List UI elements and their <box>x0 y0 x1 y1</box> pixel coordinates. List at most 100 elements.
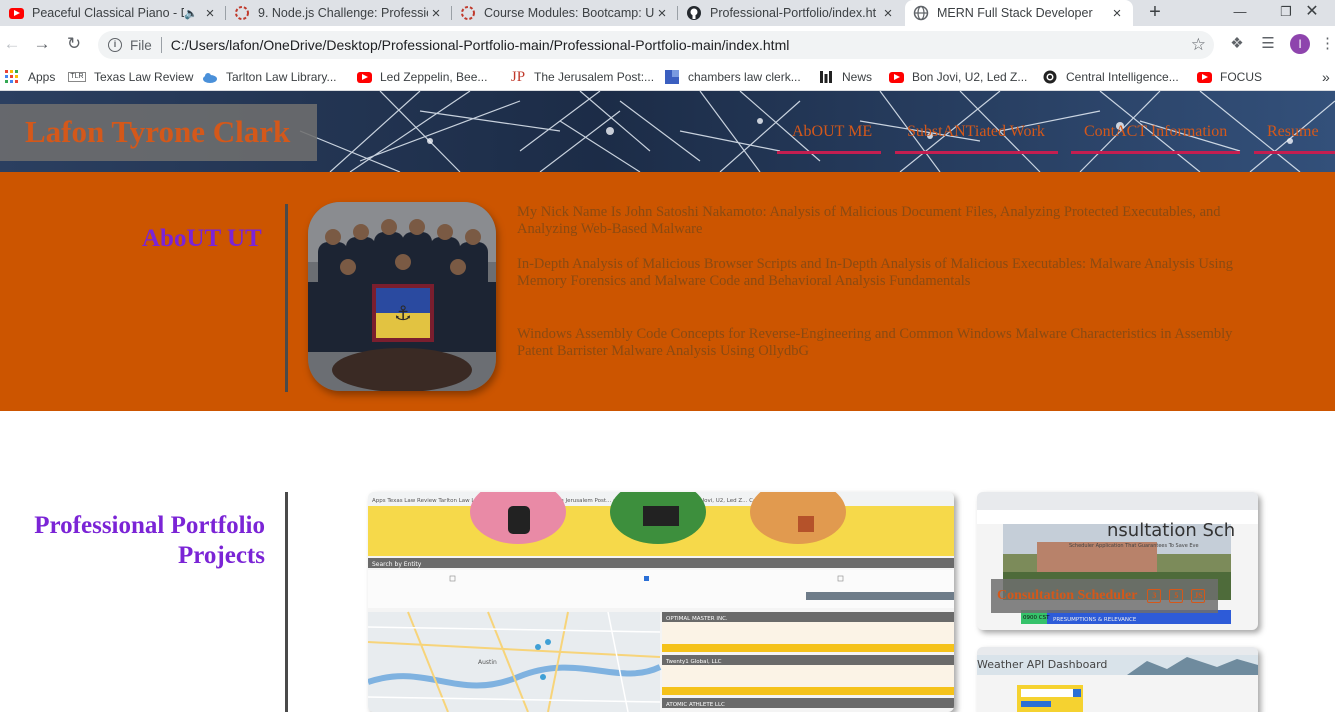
svg-text:Austin: Austin <box>478 659 497 666</box>
about-paragraph: In-Depth Analysis of Malicious Browser S… <box>517 256 1234 289</box>
doc-icon <box>664 70 680 84</box>
project-card-map[interactable]: Apps Texas Law Review Tarlton Law Librar… <box>368 492 954 712</box>
profile-avatar[interactable]: I <box>1290 34 1310 54</box>
minimize-icon[interactable]: — <box>1217 0 1263 26</box>
info-icon[interactable]: i <box>108 38 122 52</box>
svg-text:0900 CST: 0900 CST <box>1023 615 1050 621</box>
youtube-icon <box>1196 70 1212 84</box>
page-viewport: Lafon Tyrone Clark AbOUT ME SubstANTiate… <box>0 91 1335 712</box>
new-tab-button[interactable]: + <box>1143 0 1167 26</box>
project-card-weather-api[interactable]: Weather API Dashboard <box>977 647 1258 712</box>
html5-icon[interactable]: 5 <box>1169 589 1184 603</box>
forward-icon[interactable]: → <box>30 32 54 56</box>
loading-spinner-icon <box>460 5 476 21</box>
back-icon[interactable]: ← <box>0 32 24 56</box>
url-text[interactable]: C:/Users/lafon/OneDrive/Desktop/Professi… <box>171 37 790 53</box>
news-icon <box>818 70 834 84</box>
close-tab-icon[interactable]: × <box>880 5 896 22</box>
bookmark-news[interactable]: News <box>818 68 872 86</box>
projects-heading-line2: Projects <box>178 542 265 569</box>
close-window-icon[interactable]: ✕ <box>1289 0 1335 26</box>
bookmark-star-icon[interactable]: ☆ <box>1191 35 1206 55</box>
bookmark-label: Led Zeppelin, Bee... <box>380 70 488 84</box>
browser-toolbar: ← → ↻ i File C:/Users/lafon/OneDrive/Des… <box>0 26 1335 63</box>
close-tab-icon[interactable]: × <box>428 5 444 22</box>
profile-photo: ⚓ <box>308 202 496 391</box>
tab-mern-developer[interactable]: MERN Full Stack Developer × <box>905 0 1133 26</box>
project-title: Consultation Scheduler <box>997 588 1138 603</box>
jp-icon: JP <box>510 68 526 85</box>
svg-text:⚓: ⚓ <box>394 301 412 325</box>
section-divider <box>285 492 288 712</box>
tab-course-modules[interactable]: Course Modules: Bootcamp: UT × <box>452 0 678 26</box>
extensions-icon[interactable]: ❖ <box>1226 33 1248 55</box>
bookmark-texas-law-review[interactable]: TLR Texas Law Review <box>68 68 193 86</box>
svg-text:Twenty1 Global, LLC: Twenty1 Global, LLC <box>665 659 722 665</box>
reload-icon[interactable]: ↻ <box>62 32 86 56</box>
bookmark-label: Apps <box>28 70 56 84</box>
close-tab-icon[interactable]: × <box>202 5 218 22</box>
tab-github-portfolio[interactable]: Professional-Portfolio/index.ht × <box>678 0 904 26</box>
menu-icon[interactable]: ⋮ <box>1320 33 1335 55</box>
address-bar[interactable]: i File C:/Users/lafon/OneDrive/Desktop/P… <box>98 31 1214 59</box>
js-icon[interactable]: JS <box>1191 589 1206 603</box>
project-screenshot-weather: Weather API Dashboard <box>977 647 1258 712</box>
tab-nodejs-challenge[interactable]: 9. Node.js Challenge: Professio × <box>226 0 452 26</box>
tab-title: MERN Full Stack Developer <box>937 6 1093 20</box>
about-paragraph: My Nick Name Is John Satoshi Nakamoto: A… <box>517 204 1221 237</box>
scheme-label: File <box>130 37 152 53</box>
bookmark-bon-jovi[interactable]: Bon Jovi, U2, Led Z... <box>888 68 1027 86</box>
projects-heading-line1: Professional Portfolio <box>34 512 265 539</box>
youtube-icon <box>8 5 24 21</box>
svg-text:nsultation Sch: nsultation Sch <box>1107 520 1235 541</box>
project-label-consultation-scheduler[interactable]: Consultation Scheduler 3 5 JS <box>991 579 1218 613</box>
nav-contact-information[interactable]: ContACT Information <box>1084 123 1227 141</box>
bookmark-jerusalem-post[interactable]: JP The Jerusalem Post:... <box>510 68 654 86</box>
tab-title: 9. Node.js Challenge: Professio <box>258 6 428 20</box>
tab-title: Professional-Portfolio/index.ht <box>710 6 877 20</box>
svg-text:PRESUMPTIONS & RELEVANCE: PRESUMPTIONS & RELEVANCE <box>1053 617 1137 623</box>
tab-piano[interactable]: Peaceful Classical Piano - D 🔈 × <box>0 0 226 26</box>
bookmark-label: chambers law clerk... <box>688 70 801 84</box>
nav-underline <box>777 151 881 154</box>
nav-underline <box>895 151 1058 154</box>
css-icon[interactable]: 3 <box>1147 589 1162 603</box>
close-tab-icon[interactable]: × <box>1109 5 1125 22</box>
site-logo[interactable]: Lafon Tyrone Clark <box>25 114 290 150</box>
bookmark-label: Central Intelligence... <box>1066 70 1179 84</box>
bookmarks-bar: Apps TLR Texas Law Review Tarlton Law Li… <box>0 63 1335 91</box>
nav-resume[interactable]: Resume <box>1267 123 1319 141</box>
tech-icons: 3 5 JS <box>1147 589 1206 603</box>
close-tab-icon[interactable]: × <box>654 5 670 22</box>
about-heading: AboUT UT <box>142 225 262 252</box>
globe-icon <box>913 5 929 21</box>
svg-text:Weather API Dashboard: Weather API Dashboard <box>977 658 1107 671</box>
bookmark-apps[interactable]: Apps <box>4 68 55 86</box>
nav-substantiated-work[interactable]: SubstANTiated Work <box>907 123 1045 141</box>
apps-grid-icon <box>4 70 20 84</box>
media-control-icon[interactable]: ☰ <box>1257 33 1279 55</box>
bookmark-tarlton[interactable]: Tarlton Law Library... <box>202 68 337 86</box>
svg-text:OPTIMAL MASTER INC.: OPTIMAL MASTER INC. <box>666 616 728 622</box>
tab-title: Course Modules: Bootcamp: UT <box>484 6 654 20</box>
bookmark-led-zeppelin[interactable]: Led Zeppelin, Bee... <box>356 68 487 86</box>
hero-header: Lafon Tyrone Clark AbOUT ME SubstANTiate… <box>0 91 1335 172</box>
more-bookmarks-icon[interactable]: » <box>1322 68 1330 86</box>
bookmark-focus[interactable]: FOCUS <box>1196 68 1262 86</box>
tab-strip: Peaceful Classical Piano - D 🔈 × 9. Node… <box>0 0 1335 26</box>
section-divider <box>285 204 288 392</box>
svg-text:Search by Entity: Search by Entity <box>372 561 422 568</box>
bookmark-label: Bon Jovi, U2, Led Z... <box>912 70 1028 84</box>
youtube-icon <box>356 70 372 84</box>
projects-heading: Professional Portfolio Projects <box>34 511 265 571</box>
about-paragraph: Windows Assembly Code Concepts for Rever… <box>517 326 1233 359</box>
nav-about-me[interactable]: AbOUT ME <box>792 123 872 141</box>
cia-icon <box>1042 70 1058 84</box>
bookmark-label: News <box>842 70 873 84</box>
bookmark-cia[interactable]: Central Intelligence... <box>1042 68 1179 86</box>
bookmark-chambers[interactable]: chambers law clerk... <box>664 68 801 86</box>
nav-underline <box>1254 151 1335 154</box>
cloud-icon <box>202 70 218 84</box>
speaker-icon[interactable]: 🔈 <box>184 7 202 20</box>
nav-underline <box>1071 151 1240 154</box>
